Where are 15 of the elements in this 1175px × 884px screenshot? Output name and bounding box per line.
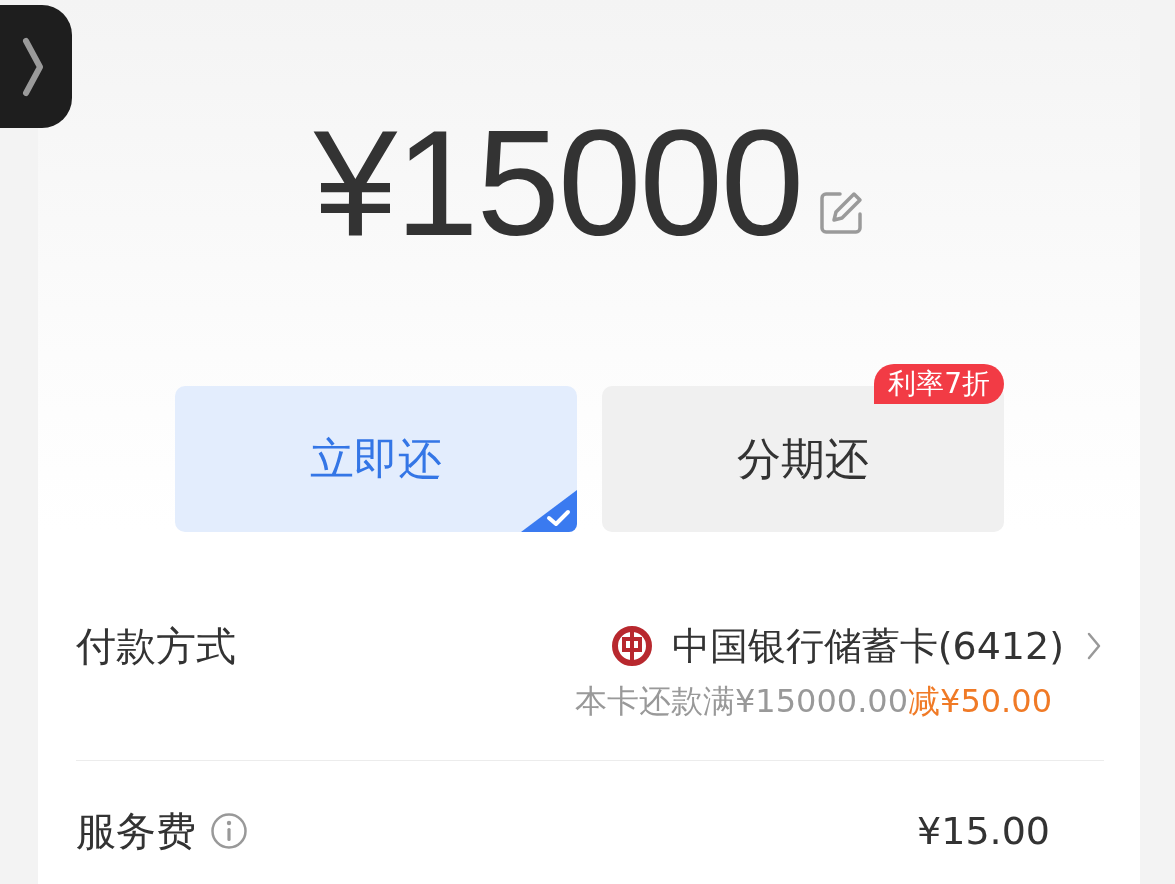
promo-text: 本卡还款满¥15000.00减¥50.00 [575,681,1052,722]
discount-badge: 利率7折 [874,364,1004,404]
repayment-option[interactable]: 立即还 [175,386,577,532]
bank-logo-icon [611,626,652,666]
fee-amount: ¥15.00 [917,809,1050,853]
checkmark-icon [521,490,577,532]
edit-icon[interactable] [818,190,865,236]
chevron-right-icon [21,36,45,97]
payment-method-selector[interactable]: 中国银行储蓄卡(6412) [611,618,1102,674]
chevron-right-icon [1086,631,1102,661]
info-icon[interactable] [210,812,248,850]
amount-text: ¥15000 [313,108,803,258]
row-label: 服务费 [76,807,196,856]
row-label: 付款方式 [76,622,236,671]
side-tab[interactable] [0,5,72,128]
